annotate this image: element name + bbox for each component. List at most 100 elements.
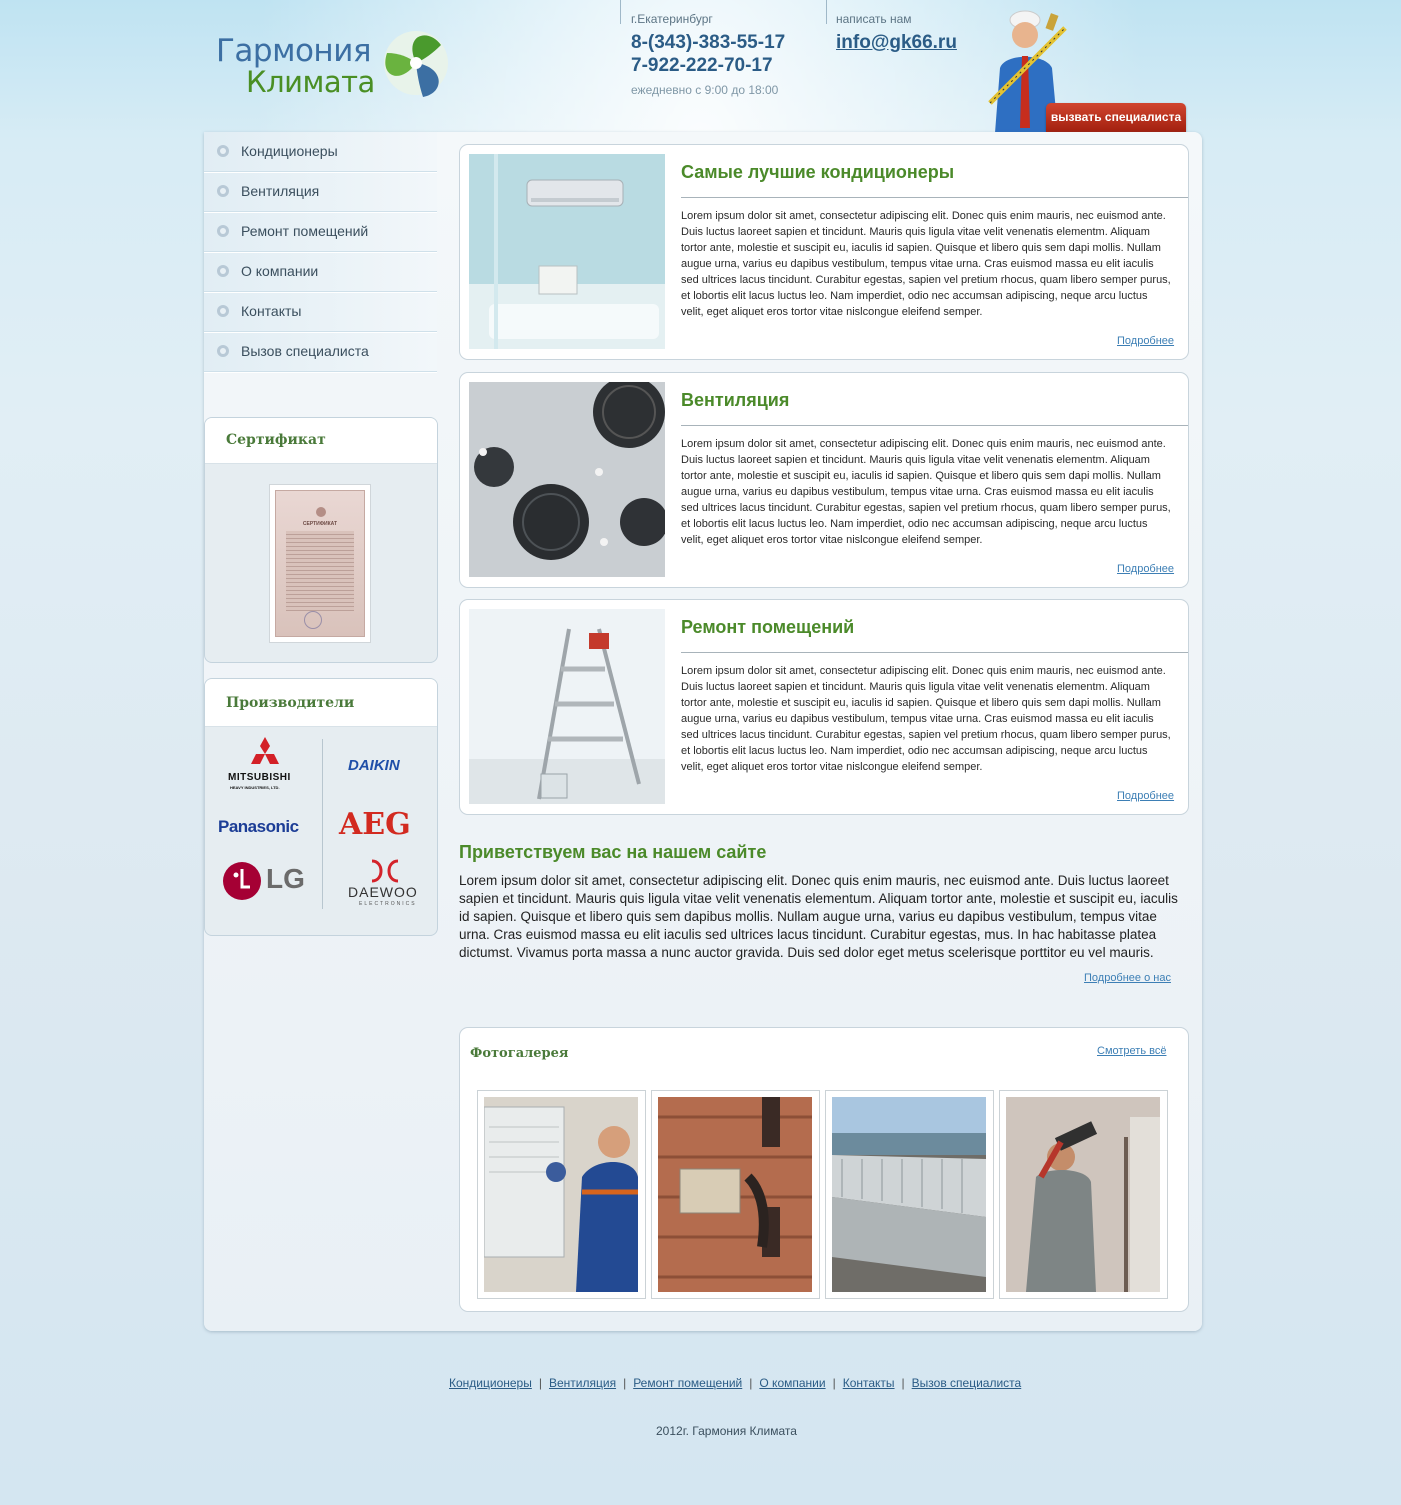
bullet-icon [217, 305, 229, 317]
certificate-box: Сертификат СЕРТИФИКАТ [204, 417, 438, 663]
daewoo-logo-icon [371, 859, 399, 883]
brand-mitsubishi[interactable]: MITSUBISHI [228, 772, 291, 783]
card-title: Вентиляция [681, 390, 790, 410]
footer-link-repair[interactable]: Ремонт помещений [633, 1376, 742, 1390]
gallery-title: Фотогалерея [470, 1046, 569, 1061]
footer-separator: | [623, 1376, 627, 1390]
write-us-label: написать нам [836, 12, 912, 26]
logo-text-line1: Гармония [216, 33, 372, 69]
email-link[interactable]: info@gk66.ru [836, 32, 957, 54]
card-more-link[interactable]: Подробнее [1117, 335, 1174, 347]
brand-daewoo-sub: ELECTRONICS [359, 901, 417, 907]
sidebar-item-contacts[interactable]: Контакты [204, 292, 437, 332]
bullet-icon [217, 265, 229, 277]
gallery-photo-facade [658, 1097, 812, 1292]
certificate-title: Сертификат [226, 432, 326, 448]
photo-gallery: Фотогалерея Смотреть всё [459, 1027, 1189, 1312]
lg-logo-icon [223, 862, 261, 900]
copyright: 2012г. Гармония Климата [656, 1424, 797, 1438]
footer-link-ventilation[interactable]: Вентиляция [549, 1376, 616, 1390]
about-more-link[interactable]: Подробнее о нас [1084, 972, 1171, 984]
brand-panasonic[interactable]: Panasonic [218, 817, 299, 837]
sidebar-item-conditioners[interactable]: Кондиционеры [204, 132, 437, 172]
sidebar-item-repair[interactable]: Ремонт помещений [204, 212, 437, 252]
header-divider [826, 0, 827, 24]
manufacturers-box: Производители MITSUBISHI HEAVY INDUSTRIE… [204, 678, 438, 936]
card-divider [681, 425, 1188, 426]
card-more-link[interactable]: Подробнее [1117, 790, 1174, 802]
footer-link-conditioners[interactable]: Кондиционеры [449, 1376, 532, 1390]
footer-nav: Кондиционеры | Вентиляция | Ремонт помещений… [449, 1376, 1021, 1390]
gallery-thumb[interactable] [477, 1090, 646, 1299]
site-logo[interactable]: Гармония Климата [216, 27, 451, 102]
bullet-icon [217, 345, 229, 357]
brand-mitsubishi-sub: HEAVY INDUSTRIES, LTD. [230, 785, 280, 790]
phone-number-1: 8-(343)-383-55-17 [631, 32, 786, 53]
sidebar-menu: Кондиционеры Вентиляция Ремонт помещений… [204, 132, 437, 372]
brands-divider [322, 739, 323, 909]
bullet-icon [217, 225, 229, 237]
sidebar-item-label: Кондиционеры [241, 143, 338, 159]
main-container: Кондиционеры Вентиляция Ремонт помещений… [204, 132, 1202, 1331]
manufacturers-title: Производители [226, 695, 355, 711]
repair-photo[interactable] [469, 609, 665, 804]
city-label: г.Екатеринбург [631, 12, 713, 26]
ventilation-photo[interactable] [469, 382, 665, 577]
card-divider [681, 652, 1188, 653]
gallery-view-all-link[interactable]: Смотреть всё [1097, 1045, 1166, 1057]
header-divider [620, 0, 621, 24]
footer-link-call-specialist[interactable]: Вызов специалиста [912, 1376, 1022, 1390]
sidebar-item-ventilation[interactable]: Вентиляция [204, 172, 437, 212]
call-specialist-button[interactable]: вызвать специалиста [1046, 103, 1186, 132]
logo-text-line2: Климата [246, 65, 375, 99]
card-divider [681, 197, 1188, 198]
footer-link-contacts[interactable]: Контакты [843, 1376, 895, 1390]
brand-lg[interactable]: LG [266, 863, 305, 895]
sidebar-item-label: Вызов специалиста [241, 343, 369, 359]
phone-number-2: 7-922-222-70-17 [631, 55, 773, 76]
conditioner-photo[interactable] [469, 154, 665, 349]
certificate-scan: СЕРТИФИКАТ [275, 490, 365, 637]
gallery-thumb[interactable] [651, 1090, 820, 1299]
sidebar-item-label: Контакты [241, 303, 302, 319]
working-hours: ежедневно с 9:00 до 18:00 [631, 83, 779, 97]
footer-separator: | [901, 1376, 905, 1390]
card-text: Lorem ipsum dolor sit amet, consectetur … [681, 665, 1171, 773]
footer-separator: | [832, 1376, 836, 1390]
gallery-thumb[interactable] [825, 1090, 994, 1299]
card-more-link[interactable]: Подробнее [1117, 563, 1174, 575]
sidebar-item-label: Вентиляция [241, 183, 320, 199]
card-title: Ремонт помещений [681, 617, 855, 637]
certificate-stamp [304, 611, 322, 629]
sidebar-item-label: О компании [241, 263, 319, 279]
sidebar-item-about[interactable]: О компании [204, 252, 437, 292]
gallery-thumb[interactable] [999, 1090, 1168, 1299]
certificate-heading: СЕРТИФИКАТ [302, 521, 338, 527]
bullet-icon [217, 185, 229, 197]
brand-aeg[interactable]: AEG [339, 807, 411, 842]
brand-daikin[interactable]: DAIKIN [348, 757, 400, 774]
sidebar: Кондиционеры Вентиляция Ремонт помещений… [204, 132, 438, 936]
bullet-icon [217, 145, 229, 157]
certificate-emblem [316, 507, 326, 517]
sidebar-item-call-specialist[interactable]: Вызов специалиста [204, 332, 437, 372]
service-card-conditioners: Самые лучшие кондиционеры Lorem ipsum do… [459, 144, 1189, 360]
certificate-image[interactable]: СЕРТИФИКАТ [269, 484, 371, 643]
footer-separator: | [538, 1376, 542, 1390]
gallery-photo-drilling [1006, 1097, 1160, 1292]
card-title: Самые лучшие кондиционеры [681, 162, 955, 182]
sidebar-item-label: Ремонт помещений [241, 223, 369, 239]
service-card-ventilation: Вентиляция Lorem ipsum dolor sit amet, c… [459, 372, 1189, 588]
footer-separator: | [749, 1376, 753, 1390]
welcome-text: Lorem ipsum dolor sit amet, consectetur … [459, 873, 1178, 960]
logo-leaf-icon [384, 31, 448, 97]
footer-link-about[interactable]: О компании [759, 1376, 825, 1390]
card-text: Lorem ipsum dolor sit amet, consectetur … [681, 210, 1171, 318]
gallery-photo-technician [484, 1097, 638, 1292]
card-text: Lorem ipsum dolor sit amet, consectetur … [681, 438, 1171, 546]
certificate-lines [286, 531, 354, 611]
service-card-repair: Ремонт помещений Lorem ipsum dolor sit a… [459, 599, 1189, 815]
brand-daewoo[interactable]: DAEWOO [348, 884, 418, 900]
mitsubishi-logo-icon [251, 737, 279, 764]
gallery-photo-rooftop-units [832, 1097, 986, 1292]
